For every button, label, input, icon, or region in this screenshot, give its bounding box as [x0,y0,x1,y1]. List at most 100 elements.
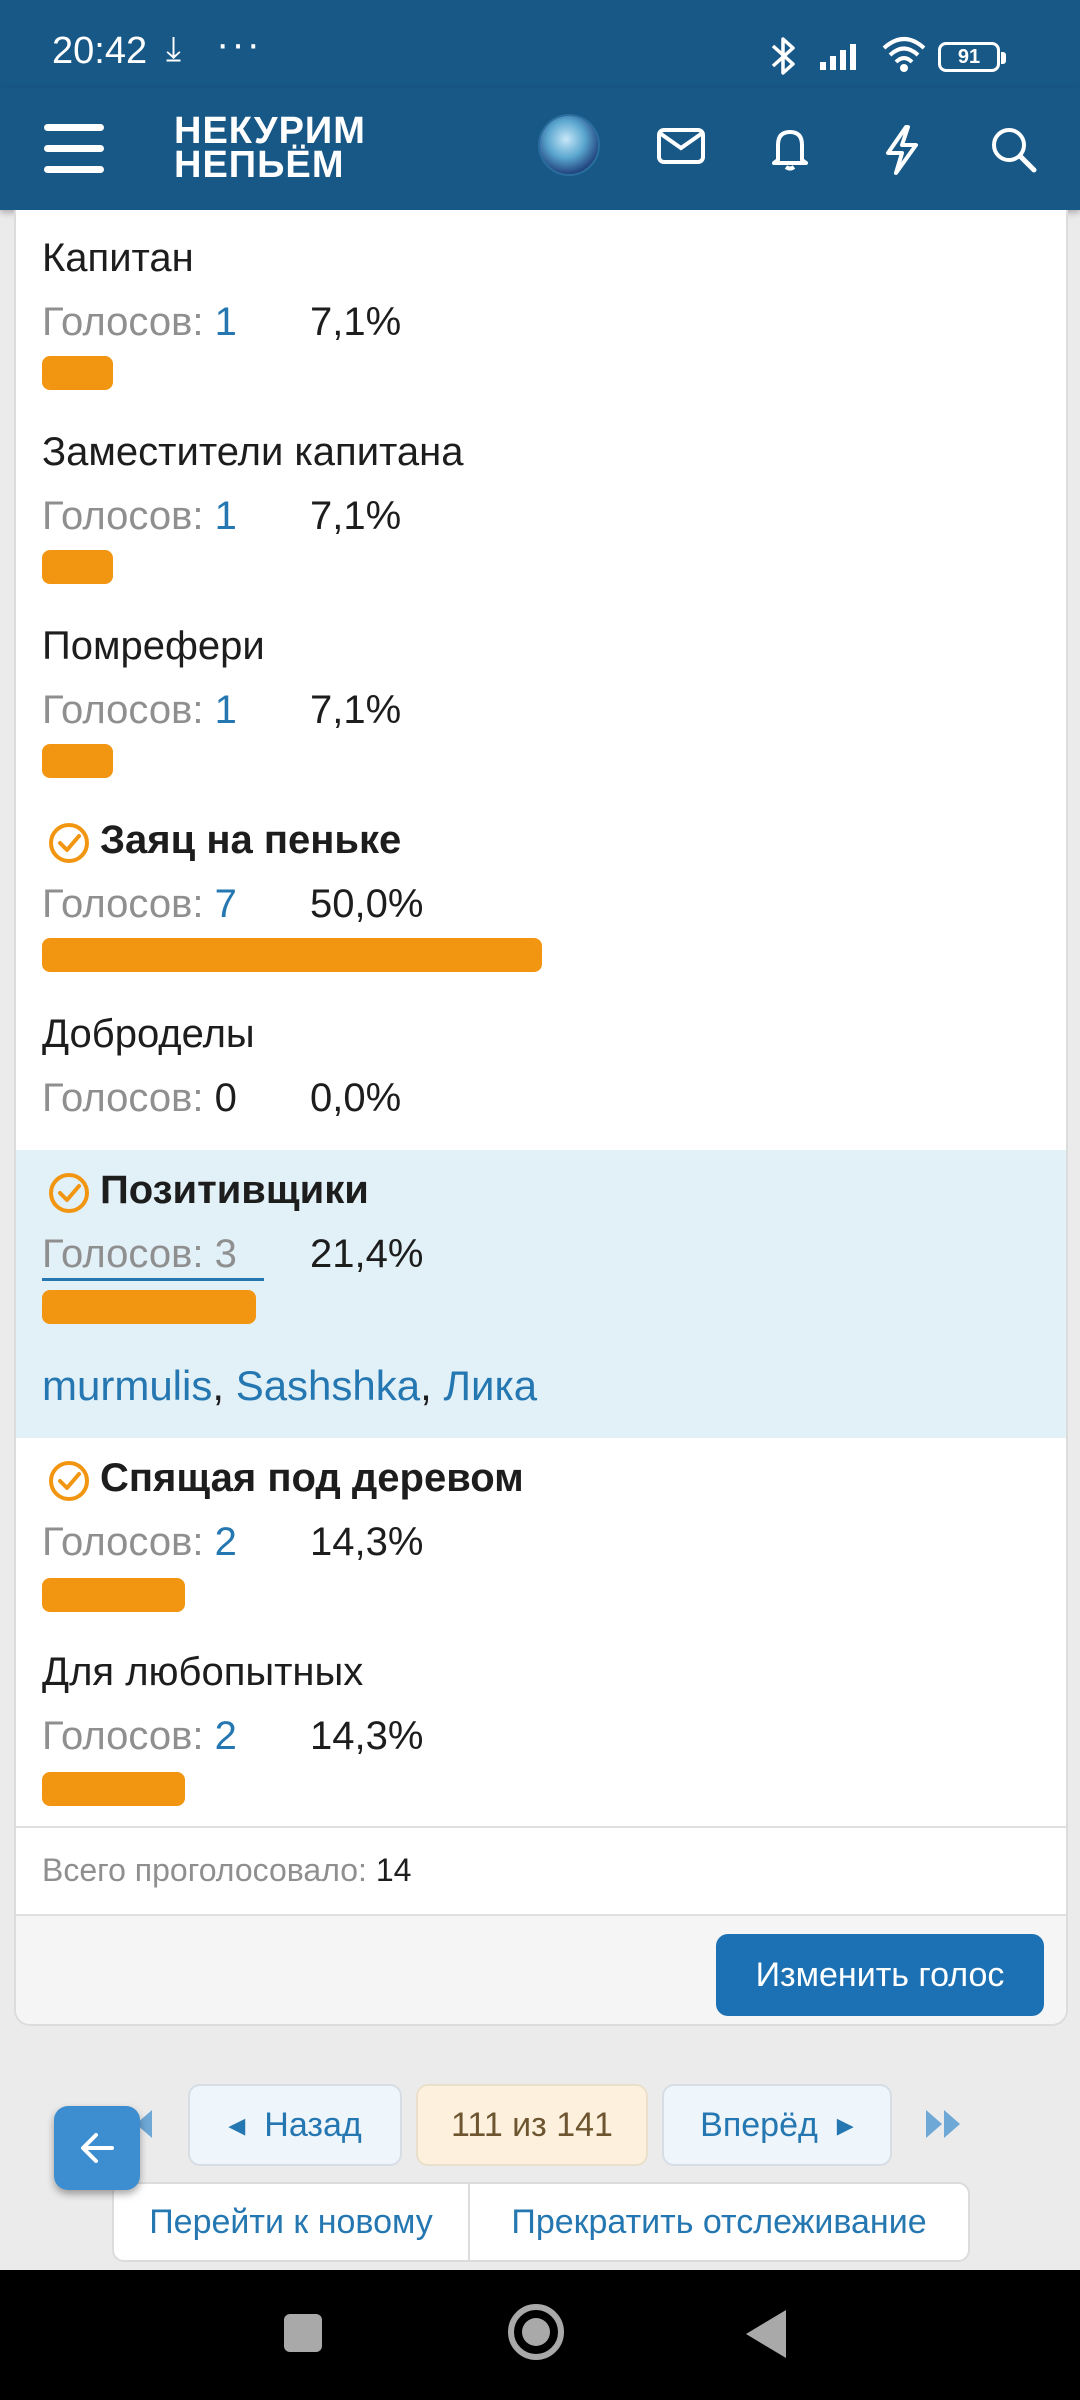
poll-option: Заместители капитана Голосов: 1 7,1% [16,404,1066,598]
option-votes: Голосов: 2 [42,1714,237,1759]
option-title: Доброделы [42,1012,255,1056]
poll-results-card: Капитан Голосов: 1 7,1% Заместители капи… [14,210,1068,2026]
home-icon[interactable] [508,2304,564,2360]
poll-option-selected: Спящая под деревом Голосов: 2 14,3% [16,1438,1066,1632]
poll-total: Всего проголосовало: 14 [16,1826,1066,1914]
prev-page-button[interactable]: ◂ Назад [188,2084,402,2166]
poll-option: Для любопытных Голосов: 2 14,3% [16,1632,1066,1826]
option-title: Позитивщики [100,1168,369,1212]
option-percent: 0,0% [310,1076,402,1120]
votes-count-link[interactable]: 7 [215,882,237,926]
voter-link[interactable]: Sashshka [236,1362,420,1409]
option-votes: Голосов: 1 [42,300,237,345]
next-label: Вперёд [700,2106,818,2144]
caret-left-icon: ◂ [228,2106,246,2144]
option-percent: 14,3% [310,1714,424,1758]
back-icon[interactable] [746,2310,786,2358]
votes-label: Голосов: [42,688,204,732]
option-bar [42,1578,185,1612]
status-bar: 20:42 ⤓ ··· 91 [0,0,1080,88]
logo-line-2: НЕПЬЁМ [174,144,345,186]
poll-option-selected: Заяц на пеньке Голосов: 7 50,0% [16,792,1066,986]
option-bar [42,744,113,778]
unwatch-button[interactable]: Прекратить отслеживание [468,2182,970,2262]
signal-icon [820,44,856,70]
download-icon: ⤓ [166,30,182,68]
arrow-left-icon [81,2133,114,2163]
option-percent: 50,0% [310,882,424,926]
wifi-icon [882,37,926,72]
option-bar [42,1772,185,1806]
system-nav-bar [0,2270,1080,2400]
votes-count-link[interactable]: 3 [215,1232,237,1276]
poll-option: Помрефери Голосов: 1 7,1% [16,598,1066,792]
avatar[interactable] [538,114,600,176]
option-votes: Голосов: 0 [42,1076,237,1121]
option-votes: Голосов: 1 [42,688,237,733]
option-title: Заяц на пеньке [100,818,402,862]
option-title: Капитан [42,236,194,280]
voter-link[interactable]: murmulis [42,1362,212,1409]
votes-label: Голосов: [42,1076,204,1120]
voters-list: murmulis, Sashshka, Лика [42,1362,538,1409]
poll-option: Капитан Голосов: 1 7,1% [16,210,1066,404]
total-value: 14 [375,1852,412,1888]
votes-underline [42,1278,264,1281]
bell-icon[interactable] [766,124,814,172]
current-page[interactable]: 111 из 141 [416,2084,648,2166]
mail-icon[interactable] [656,124,706,168]
prev-label: Назад [264,2106,362,2144]
option-bar [42,356,113,390]
votes-count-link[interactable]: 1 [215,494,237,538]
option-percent: 7,1% [310,494,402,538]
next-page-button[interactable]: Вперёд ▸ [662,2084,892,2166]
option-title: Спящая под деревом [100,1456,524,1500]
search-icon[interactable] [988,124,1038,174]
poll-footer: Изменить голос [16,1914,1066,2024]
option-votes: Голосов: 2 [42,1520,237,1565]
option-votes: Голосов: 1 [42,494,237,539]
option-title: Помрефери [42,624,265,668]
votes-label: Голосов: [42,1232,204,1276]
option-title: Для любопытных [42,1650,364,1694]
checkmark-icon [49,1173,89,1213]
option-bar [42,550,113,584]
change-vote-button[interactable]: Изменить голос [716,1934,1044,2016]
votes-label: Голосов: [42,300,204,344]
option-bar [42,1290,256,1324]
last-page-icon[interactable] [920,2104,966,2144]
option-bar [42,938,542,972]
back-floating-button[interactable] [54,2106,140,2190]
option-title: Заместители капитана [42,430,464,474]
bluetooth-icon [771,37,795,75]
votes-label: Голосов: [42,1714,204,1758]
menu-icon[interactable] [44,124,104,174]
site-logo[interactable]: НЕКУРИМ НЕПЬЁМ [174,110,366,186]
status-time: 20:42 [52,30,148,72]
logo-line-1: НЕКУРИМ [174,110,366,152]
votes-count-link[interactable]: 2 [215,1520,237,1564]
poll-option-selected-expanded: Позитивщики Голосов: 3 21,4% murmulis, S… [16,1150,1066,1438]
caret-right-icon: ▸ [836,2106,854,2144]
recents-icon[interactable] [284,2314,322,2352]
votes-count-link[interactable]: 1 [215,300,237,344]
votes-count: 0 [214,1076,237,1120]
votes-label: Голосов: [42,1520,204,1564]
checkmark-icon [49,1461,89,1501]
checkmark-icon [49,823,89,863]
voter-link[interactable]: Лика [443,1362,537,1409]
option-percent: 7,1% [310,688,402,732]
option-votes: Голосов: 7 [42,882,237,927]
option-percent: 14,3% [310,1520,424,1564]
votes-label: Голосов: [42,882,204,926]
poll-option: Доброделы Голосов: 0 0,0% [16,986,1066,1128]
more-notifications-icon: ··· [216,22,262,66]
votes-count-link[interactable]: 2 [215,1714,237,1758]
lightning-icon[interactable] [880,124,924,176]
option-votes-link[interactable]: Голосов: 3 [42,1232,237,1277]
app-header: НЕКУРИМ НЕПЬЁМ [0,88,1080,210]
option-percent: 7,1% [310,300,402,344]
total-voters: Всего проголосовало: 14 [42,1852,411,1889]
votes-count-link[interactable]: 1 [215,688,237,732]
goto-new-button[interactable]: Перейти к новому [112,2182,470,2262]
